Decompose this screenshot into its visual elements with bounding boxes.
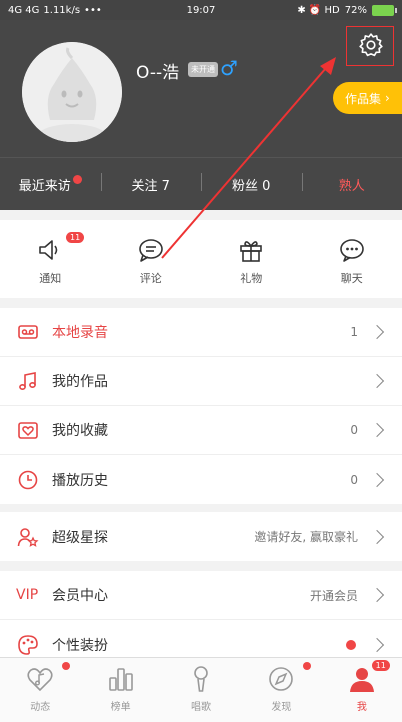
heart-music-icon (27, 668, 53, 692)
battery-icon (372, 4, 397, 16)
my-favorites-row[interactable]: 我的收藏 0 (0, 406, 402, 455)
vip-center-label: 会员中心 (52, 588, 108, 604)
tape-icon (16, 320, 40, 344)
play-history-label: 播放历史 (52, 472, 108, 489)
local-recording-count: 1 (350, 325, 358, 339)
play-history-count: 0 (350, 472, 358, 487)
gift-icon (240, 241, 263, 262)
membership-badge: 未开通 (188, 62, 218, 77)
palette-icon (16, 633, 40, 657)
gear-icon[interactable] (358, 32, 384, 58)
speaker-icon (39, 240, 58, 260)
tab-me[interactable]: 11 我 (322, 658, 402, 722)
vip-icon: VIP (16, 587, 39, 603)
unread-dot (72, 174, 82, 184)
acquaintances[interactable]: 熟人 (301, 172, 402, 194)
super-scout-row[interactable]: 超级星探 邀请好友, 赢取豪礼 (0, 512, 402, 561)
chat-bubble-icon (138, 239, 163, 262)
chevron-right-icon (369, 373, 385, 389)
default-avatar-icon (22, 42, 122, 142)
compass-icon (269, 667, 294, 691)
vip-center-action: 开通会员 (309, 588, 358, 603)
my-works-label: 我的作品 (52, 374, 108, 390)
local-recording-row[interactable]: 本地录音 1 (0, 308, 402, 357)
chevron-right-icon: › (385, 91, 390, 105)
super-scout-label: 超级星探 (52, 529, 108, 546)
notification-count-badge: 11 (66, 232, 85, 243)
feed-new-dot (62, 662, 70, 670)
stats-bar: 最近来访 关注 7 粉丝 0 熟人 (0, 157, 402, 210)
my-works-row[interactable]: 我的作品 (0, 357, 402, 406)
chat-dots-icon (339, 239, 364, 262)
music-note-icon (16, 369, 40, 393)
bar-chart-icon (108, 668, 133, 691)
chat-button[interactable]: 聊天 (302, 220, 402, 298)
comments-button[interactable]: 评论 (101, 220, 202, 298)
quick-actions: 11 通知 评论 礼物 聊天 (0, 220, 402, 298)
heart-folder-icon (16, 418, 40, 442)
super-scout-promo: 邀请好友, 赢取豪礼 (254, 530, 358, 544)
vip-center-row[interactable]: VIP 会员中心 开通会员 (0, 571, 402, 620)
tab-me-label: 我 (356, 702, 367, 713)
gifts-button[interactable]: 礼物 (201, 220, 302, 298)
works-button-label: 作品集 (345, 91, 382, 106)
tab-charts[interactable]: 榜单 (80, 658, 160, 722)
my-favorites-count: 0 (350, 423, 358, 437)
profile-header: O--浩 未开通 ♂ 作品集 › 最近来访 关注 7 粉丝 0 熟人 (0, 20, 402, 210)
male-gender-icon: ♂ (220, 56, 238, 80)
chevron-right-icon (369, 422, 385, 438)
new-dot (346, 639, 356, 650)
library-group: 本地录音 1 我的作品 我的收藏 0 播放历史 0 (0, 308, 402, 504)
my-favorites-label: 我的收藏 (52, 423, 108, 439)
microphone-icon (194, 666, 208, 692)
tab-sing[interactable]: 唱歌 (161, 658, 241, 722)
username: O--浩 (136, 63, 180, 83)
following-count[interactable]: 关注 7 (100, 172, 202, 194)
chevron-right-icon (369, 637, 385, 652)
works-button[interactable]: 作品集 › (333, 82, 402, 114)
notifications-label: 通知 (39, 272, 62, 285)
tab-feed-label: 动态 (30, 702, 51, 713)
recent-visitors-label: 最近来访 (18, 178, 71, 194)
play-history-row[interactable]: 播放历史 0 (0, 455, 402, 504)
bottom-tab-bar: 动态 榜单 唱歌 发现 11 我 (0, 657, 402, 722)
scout-group: 超级星探 邀请好友, 赢取豪礼 (0, 512, 402, 561)
profile-page: 4G 4G 1.11k/s ••• 19:07 ✱ ⏰ HD 72% O--浩 … (0, 0, 402, 722)
member-group: VIP 会员中心 开通会员 个性装扮 (0, 571, 402, 669)
avatar[interactable] (22, 42, 122, 142)
comments-label: 评论 (139, 272, 162, 285)
local-recording-label: 本地录音 (52, 325, 108, 341)
chevron-right-icon (369, 324, 385, 340)
discover-new-dot (303, 662, 312, 670)
user-star-icon (16, 525, 40, 549)
gifts-label: 礼物 (240, 272, 263, 285)
tab-feed[interactable]: 动态 (0, 658, 80, 722)
tab-discover[interactable]: 发现 (241, 658, 321, 722)
status-bar: 4G 4G 1.11k/s ••• 19:07 ✱ ⏰ HD 72% (0, 0, 402, 20)
personal-style-label: 个性装扮 (52, 637, 108, 654)
chevron-right-icon (369, 529, 385, 544)
tab-sing-label: 唱歌 (191, 702, 212, 713)
followers-count[interactable]: 粉丝 0 (201, 172, 302, 194)
tab-charts-label: 榜单 (110, 702, 131, 713)
chevron-right-icon (369, 472, 385, 487)
me-count-badge: 11 (371, 660, 390, 671)
tab-discover-label: 发现 (271, 702, 292, 713)
chevron-right-icon (369, 587, 385, 603)
notifications-button[interactable]: 11 通知 (0, 220, 101, 298)
chat-label: 聊天 (340, 272, 363, 285)
clock: 19:07 (186, 4, 216, 16)
recent-visitors[interactable]: 最近来访 (0, 174, 101, 194)
clock-icon (16, 468, 40, 492)
